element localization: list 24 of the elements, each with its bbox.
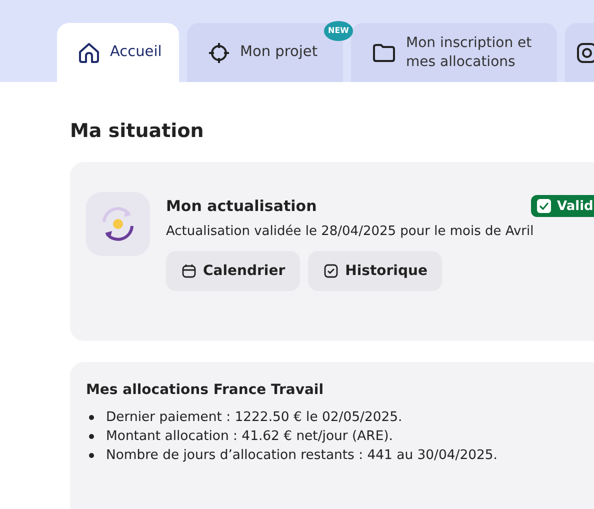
section-heading: Ma situation: [70, 120, 205, 142]
new-badge: NEW: [324, 21, 353, 41]
card-title: Mon actualisation: [166, 197, 317, 215]
checkbox-icon: [323, 263, 340, 279]
bullet-icon: [89, 415, 94, 420]
bullet-icon: [89, 434, 94, 439]
refresh-icon: [86, 192, 150, 256]
action-button[interactable]: Calendrier: [166, 251, 300, 291]
bullet-icon: [89, 453, 94, 458]
crosshair-icon: [207, 40, 231, 64]
camera-icon: [575, 40, 594, 64]
card-title: Mes allocations France Travail: [86, 382, 325, 398]
calendar-icon: [181, 263, 197, 279]
status-text: Valid: [557, 198, 594, 214]
list-item: Nombre de jours d’allocation restants : 441 au 30/04/2025.: [106, 448, 498, 463]
status-description: Actualisation validée le 28/04/2025 pour le mois de Avril: [166, 224, 535, 239]
list-item: Dernier paiement : 1222.50 € le 02/05/2025.: [106, 410, 402, 425]
nav-tab[interactable]: [565, 23, 594, 82]
list-item: Montant allocation : 41.62 € net/jour (ARE).: [106, 429, 393, 444]
nav-tab[interactable]: Mon inscription et mes allocations: [351, 23, 557, 82]
home-icon: [77, 40, 101, 64]
check-icon: [536, 198, 552, 214]
action-button[interactable]: Historique: [308, 251, 442, 291]
nav-tab[interactable]: Accueil: [57, 23, 179, 82]
